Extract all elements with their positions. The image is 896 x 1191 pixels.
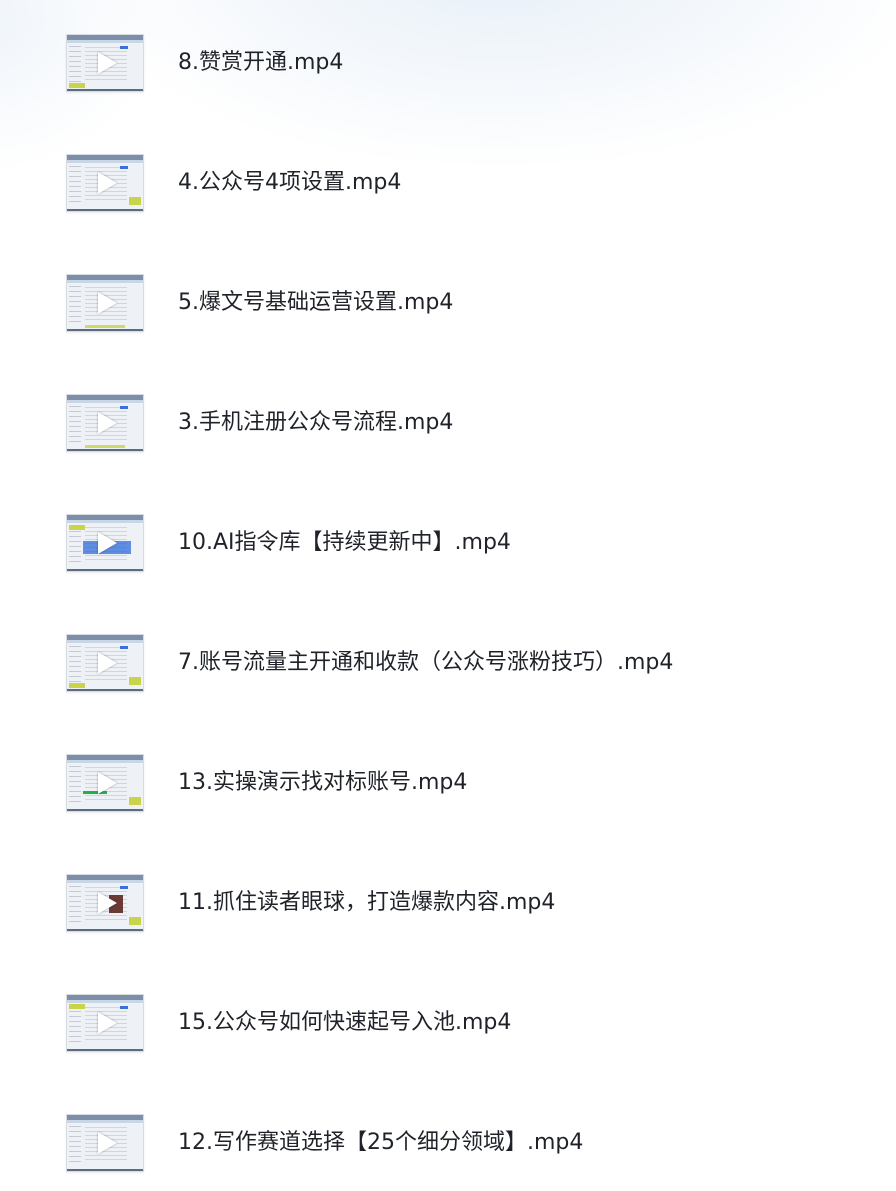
- video-file-item[interactable]: 7.账号流量主开通和收款（公众号涨粉技巧）.mp4: [66, 634, 866, 692]
- video-thumbnail[interactable]: [66, 1114, 144, 1172]
- play-icon: [98, 292, 117, 314]
- video-file-item[interactable]: 11.抓住读者眼球，打造爆款内容.mp4: [66, 874, 866, 932]
- video-thumbnail[interactable]: [66, 394, 144, 452]
- file-name[interactable]: 12.写作赛道选择【25个细分领域】.mp4: [178, 1132, 583, 1154]
- file-name[interactable]: 10.AI指令库【持续更新中】.mp4: [178, 532, 511, 554]
- video-file-item[interactable]: 15.公众号如何快速起号入池.mp4: [66, 994, 866, 1052]
- file-name[interactable]: 4.公众号4项设置.mp4: [178, 172, 401, 194]
- video-thumbnail[interactable]: [66, 274, 144, 332]
- play-icon: [98, 1012, 117, 1034]
- video-thumbnail[interactable]: [66, 754, 144, 812]
- video-file-item[interactable]: 8.赞赏开通.mp4: [66, 34, 866, 92]
- play-icon: [98, 412, 117, 434]
- video-thumbnail[interactable]: [66, 994, 144, 1052]
- file-name[interactable]: 5.爆文号基础运营设置.mp4: [178, 292, 453, 314]
- play-icon: [98, 892, 117, 914]
- play-icon: [98, 172, 117, 194]
- video-thumbnail[interactable]: [66, 634, 144, 692]
- file-name[interactable]: 8.赞赏开通.mp4: [178, 52, 343, 74]
- file-name[interactable]: 3.手机注册公众号流程.mp4: [178, 412, 453, 434]
- file-name[interactable]: 11.抓住读者眼球，打造爆款内容.mp4: [178, 892, 555, 914]
- play-icon: [98, 532, 117, 554]
- play-icon: [98, 52, 117, 74]
- video-file-item[interactable]: 4.公众号4项设置.mp4: [66, 154, 866, 212]
- video-file-item[interactable]: 10.AI指令库【持续更新中】.mp4: [66, 514, 866, 572]
- video-thumbnail[interactable]: [66, 514, 144, 572]
- file-name[interactable]: 7.账号流量主开通和收款（公众号涨粉技巧）.mp4: [178, 652, 673, 674]
- play-icon: [98, 772, 117, 794]
- video-thumbnail[interactable]: [66, 34, 144, 92]
- video-thumbnail[interactable]: [66, 154, 144, 212]
- play-icon: [98, 1132, 117, 1154]
- video-file-item[interactable]: 13.实操演示找对标账号.mp4: [66, 754, 866, 812]
- video-file-item[interactable]: 3.手机注册公众号流程.mp4: [66, 394, 866, 452]
- file-name[interactable]: 13.实操演示找对标账号.mp4: [178, 772, 467, 794]
- video-file-item[interactable]: 5.爆文号基础运营设置.mp4: [66, 274, 866, 332]
- video-thumbnail[interactable]: [66, 874, 144, 932]
- video-file-item[interactable]: 12.写作赛道选择【25个细分领域】.mp4: [66, 1114, 866, 1172]
- file-name[interactable]: 15.公众号如何快速起号入池.mp4: [178, 1012, 511, 1034]
- play-icon: [98, 652, 117, 674]
